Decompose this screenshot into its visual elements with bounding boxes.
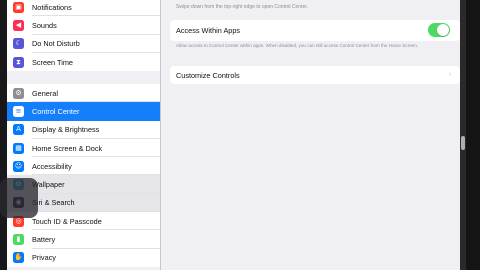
hourglass-icon: ⧗ — [13, 56, 24, 68]
sidebar-item-label: Privacy — [32, 253, 56, 263]
sidebar-item-general[interactable]: ⚙ General — [7, 84, 160, 103]
text-size-icon: A — [13, 124, 24, 136]
sidebar-item-display-brightness[interactable]: A Display & Brightness — [7, 121, 160, 139]
chevron-right-icon: › — [449, 71, 452, 78]
grid-icon: ▦ — [13, 142, 24, 154]
access-within-apps-label: Access Within Apps — [176, 26, 241, 35]
sidebar-item-label: Battery — [32, 235, 56, 245]
settings-app: ▣ Notifications ◀ Sounds ☾ Do Not Disturb ⧗ Scr… — [7, 0, 460, 270]
sidebar-item-home-screen-dock[interactable]: ▦ Home Screen & Dock — [7, 139, 160, 158]
hand-icon: ✋ — [13, 252, 24, 264]
toggle-knob — [437, 24, 449, 36]
sidebar-item-label: General — [32, 88, 58, 98]
device-edge — [466, 0, 480, 270]
sidebar-item-label: Home Screen & Dock — [32, 143, 103, 153]
settings-sidebar: ▣ Notifications ◀ Sounds ☾ Do Not Disturb ⧗ Scr… — [7, 0, 161, 270]
sidebar-item-label: Touch ID & Passcode — [32, 216, 102, 226]
moon-icon: ☾ — [13, 38, 24, 50]
sidebar-item-label: Control Center — [32, 106, 80, 116]
sidebar-item-notifications[interactable]: ▣ Notifications — [7, 0, 160, 17]
sidebar-item-label: Display & Brightness — [32, 125, 100, 135]
device-bezel-left — [0, 0, 7, 270]
sidebar-item-label: Screen Time — [32, 57, 73, 67]
accessibility-icon: ☺ — [13, 160, 24, 172]
sidebar-item-label: Sounds — [32, 20, 57, 30]
assistive-touch-button[interactable] — [0, 178, 38, 218]
sidebar-item-label: Siri & Search — [32, 198, 75, 208]
sidebar-item-sounds[interactable]: ◀ Sounds — [7, 16, 160, 35]
sidebar-item-privacy[interactable]: ✋ Privacy — [7, 249, 160, 267]
sidebar-group-notifications: ▣ Notifications ◀ Sounds ☾ Do Not Disturb ⧗ Scr… — [7, 0, 160, 72]
sidebar-item-label: Notifications — [32, 2, 72, 12]
access-within-apps-toggle[interactable] — [428, 23, 450, 37]
access-within-apps-footnote: Allow access to Control Center within ap… — [176, 43, 419, 48]
sidebar-group-general: ⚙ General ≡ Control Center A Display & Bright… — [7, 84, 160, 267]
sidebar-item-battery[interactable]: ▮ Battery — [7, 230, 160, 249]
sidebar-item-label: Do Not Disturb — [32, 39, 80, 49]
gear-icon: ⚙ — [13, 87, 24, 99]
sidebar-item-accessibility[interactable]: ☺ Accessibility — [7, 157, 160, 176]
scroll-indicator[interactable] — [461, 136, 465, 150]
sidebar-item-screen-time[interactable]: ⧗ Screen Time — [7, 53, 160, 71]
swipe-hint-text: Swipe down from the top-right edge to op… — [176, 4, 309, 10]
access-within-apps-row[interactable]: Access Within Apps — [170, 20, 460, 41]
customize-controls-row[interactable]: Customize Controls › — [170, 66, 460, 84]
toggles-icon: ≡ — [13, 105, 24, 117]
sidebar-item-control-center[interactable]: ≡ Control Center — [7, 102, 160, 121]
notifications-icon: ▣ — [13, 1, 24, 13]
customize-controls-label: Customize Controls — [176, 71, 240, 80]
control-center-detail: Swipe down from the top-right edge to op… — [161, 0, 460, 270]
sidebar-item-label: Accessibility — [32, 161, 72, 171]
sidebar-item-do-not-disturb[interactable]: ☾ Do Not Disturb — [7, 35, 160, 53]
battery-icon: ▮ — [13, 234, 24, 246]
speaker-icon: ◀ — [13, 19, 24, 31]
